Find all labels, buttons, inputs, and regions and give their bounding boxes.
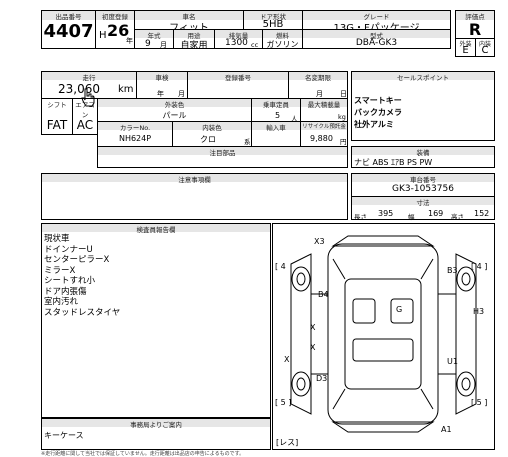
inspector-header: 検査員報告欄 [42,224,270,234]
month-unit: 月 [160,41,167,49]
recycle-value: 9,880 [310,134,333,143]
mark-x-side: X [284,355,290,364]
exterior-grade: E [462,45,469,56]
mileage-header: 走行 [42,72,136,82]
model-code-value: DBA-GK3 [355,38,398,48]
color-no-value: NH624P [118,134,152,143]
cc-unit: cc [251,41,259,49]
lot-number: 4407 [43,21,94,42]
name-change-header: 名変期限 [289,72,347,82]
capacity-value: 5 [275,111,281,120]
inspector-notes-list: 現状車 ドインナーU センターピラーX ミラーX シートすれ小 ドア内張傷 室内… [44,234,120,318]
displacement-header: 排気量 [215,30,262,40]
inspection-header: 車検 [137,72,187,82]
reg-parts-header: 注目部品 [98,147,347,157]
spare-tire: [レス] [276,438,299,447]
mark-x3: X3 [314,237,325,246]
chassis-header: 車台番号 [352,174,494,184]
inspector-note: ドア内張傷 [44,286,87,297]
mark-a1: A1 [441,425,452,434]
mark-u1: U1 [447,357,458,366]
year-unit: 年 [126,37,133,45]
fuel-header: 燃料 [263,30,302,40]
selling-points-header: セールスポイント [352,72,494,82]
length-label: 長さ [354,213,367,221]
lot-no-header: 出品番号 [42,11,95,21]
import-header: 輸入車 [252,122,300,132]
shift-value: FAT [46,118,68,132]
mark-g: G [396,305,403,314]
yen-unit: 円 [340,138,347,146]
tire-front-left: [ 4 [275,262,286,271]
tire-front-right: [ 4 ] [471,262,488,271]
inspector-note: ミラーX [44,265,76,276]
displacement-value: 1300 [225,38,248,48]
dims-header: 寸法 [352,197,494,207]
inspector-note: 現状車 [44,234,70,244]
interior-grade: C [481,45,489,56]
load-unit: kg [338,113,346,121]
inspector-note: 室内汚れ [44,297,79,307]
mark-x-door2: X [310,343,316,352]
mark-b4: B4 [318,290,329,299]
mark-h3: H3 [473,307,485,316]
inspector-note: センターピラーX [44,255,110,265]
make-month: 9 [145,39,151,49]
mark-d3: D3 [316,374,328,383]
length-value: 395 [378,209,394,218]
selling-point-2: バックカメラ [354,108,402,117]
model-year-header: 初度登録 [96,11,134,21]
make-year-header: 年式 [135,30,173,40]
mark-x-door1: X [310,323,316,332]
reg-no-header: 登録番号 [188,72,288,82]
color-no-header: カラーNo. [98,122,172,132]
height-value: 152 [474,209,490,218]
tire-rear-left: [ 5 ] [275,398,292,407]
inspector-note: スタッドレスタイヤ [44,307,121,318]
height-label: 高さ [451,213,464,221]
seller-note: キーケース [44,431,84,440]
ext-color-header: 外装色 [98,99,251,109]
width-value: 169 [428,209,444,218]
selling-point-3: 社外アルミ [354,120,394,129]
options-value: ナビ ABS ｴｱB PS PW [354,158,433,167]
ac-header: エアコン [75,101,95,119]
width-label: 幅 [408,213,415,221]
car-outline-diagram [290,235,477,433]
seller-notes-header: 事務局よりご案内 [42,419,270,429]
inspector-note: シートすれ小 [44,276,96,286]
inspector-note: ドインナーU [44,244,93,255]
recycle-header: リサイクル預託金 [301,122,347,130]
ac-value: AC [76,118,94,132]
shift-header: シフト [47,101,67,109]
use-header: 用途 [174,30,214,40]
ext-color-value: パール [162,111,187,120]
use-value: 自家用 [180,41,208,51]
int-color-mark: 系 [244,138,251,146]
int-color-value: クロ [200,135,216,144]
score-value: R [468,20,482,39]
score-header: 評価点 [456,11,494,21]
era-label: H [99,30,107,41]
chassis-value: GK3-1053756 [392,184,454,194]
notes-header: 注意事項欄 [42,174,347,184]
fuel-value: ガソリン [266,40,299,49]
mark-b3: B3 [447,266,458,275]
capacity-header: 乗車定員 [252,99,300,109]
options-header: 装備 [352,147,494,157]
int-color-header: 内装色 [173,122,251,132]
selling-point-1: スマートキー [354,96,402,105]
model-code-header: 型式 [303,30,450,40]
km-unit: km [118,84,134,95]
tire-rear-right: [ 5 ] [471,398,488,407]
load-header: 最大積載量 [301,99,347,109]
